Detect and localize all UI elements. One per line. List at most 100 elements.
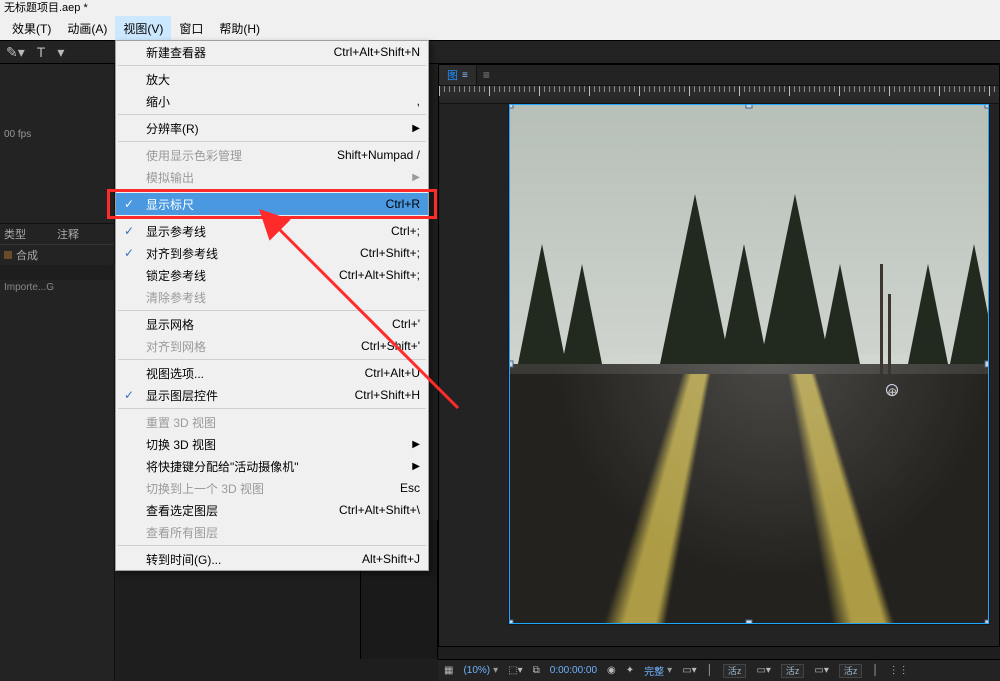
frame-mode-icon[interactable]: ⧉ bbox=[533, 665, 540, 676]
camera1-button[interactable]: 活z bbox=[723, 664, 747, 678]
layer-handle[interactable] bbox=[746, 620, 753, 625]
layer-handle[interactable] bbox=[985, 620, 990, 625]
menu-item-视图(V)[interactable]: 视图(V) bbox=[115, 16, 171, 40]
row-kind: 合成 bbox=[16, 247, 38, 263]
viewport[interactable]: ⊕ bbox=[439, 104, 999, 646]
divider: │ bbox=[707, 665, 713, 676]
menu-item[interactable]: 显示网格Ctrl+' bbox=[116, 313, 428, 335]
tab-label: 图 bbox=[447, 67, 458, 83]
check-icon: ✓ bbox=[124, 197, 134, 211]
menu-item[interactable]: 锁定参考线Ctrl+Alt+Shift+; bbox=[116, 264, 428, 286]
menu-item: 使用显示色彩管理Shift+Numpad / bbox=[116, 144, 428, 166]
menu-item-shortcut: Ctrl+' bbox=[392, 317, 420, 331]
menu-separator bbox=[118, 190, 426, 191]
menu-item-label: 缩小 bbox=[146, 93, 417, 110]
importe-entry[interactable]: Importe...G bbox=[0, 280, 114, 295]
menu-item[interactable]: 缩小, bbox=[116, 90, 428, 112]
check-icon: ✓ bbox=[124, 246, 134, 260]
tool-dropdown-icon[interactable]: ▾ bbox=[57, 44, 64, 61]
menu-item-label: 模拟输出 bbox=[146, 169, 406, 186]
composition-tabbar: 图 ≡ ≡ bbox=[439, 65, 999, 86]
check-icon: ✓ bbox=[124, 224, 134, 238]
menu-item: 切换到上一个 3D 视图Esc bbox=[116, 477, 428, 499]
pen-tool-icon[interactable]: ✎▾ bbox=[6, 44, 25, 61]
menu-item-label: 使用显示色彩管理 bbox=[146, 147, 337, 164]
composition-tab[interactable]: 图 ≡ bbox=[439, 65, 477, 85]
menu-item[interactable]: 分辨率(R)▶ bbox=[116, 117, 428, 139]
title-text: 无标题项目.aep * bbox=[4, 2, 88, 14]
menu-separator bbox=[118, 65, 426, 66]
layer-handle[interactable] bbox=[509, 104, 514, 109]
project-panel-bottom: Importe...G bbox=[0, 280, 115, 681]
menu-item-label: 显示参考线 bbox=[146, 223, 391, 240]
menu-item: 清除参考线 bbox=[116, 286, 428, 308]
quality-dropdown[interactable]: 完整 ▾ bbox=[644, 663, 672, 678]
menu-item: 模拟输出▶ bbox=[116, 166, 428, 188]
menu-item-label: 查看选定图层 bbox=[146, 502, 339, 519]
view-menu-dropdown: 新建查看器Ctrl+Alt+Shift+N 放大缩小, 分辨率(R)▶ 使用显示色彩管… bbox=[115, 40, 429, 571]
menu-item[interactable]: 视图选项...Ctrl+Alt+U bbox=[116, 362, 428, 384]
resolution-icon[interactable]: ⬚▾ bbox=[508, 665, 522, 676]
panel-options-icon[interactable]: ≡ bbox=[483, 68, 490, 82]
grid-icon[interactable]: ▦ bbox=[444, 665, 453, 676]
menu-item[interactable]: ✓对齐到参考线Ctrl+Shift+; bbox=[116, 242, 428, 264]
view-count-icon[interactable]: ▭▾ bbox=[814, 665, 828, 676]
fps-label: 00 fps bbox=[4, 128, 110, 142]
menu-item-窗口[interactable]: 窗口 bbox=[171, 16, 211, 40]
layer-handle[interactable] bbox=[509, 361, 514, 368]
anchor-point-icon[interactable]: ⊕ bbox=[886, 384, 898, 396]
col-note: 注释 bbox=[57, 226, 110, 242]
menu-item-label: 转到时间(G)... bbox=[146, 551, 362, 568]
view-count-icon[interactable]: ▭▾ bbox=[756, 665, 770, 676]
layer-handle[interactable] bbox=[509, 620, 514, 625]
menu-item-label: 对齐到参考线 bbox=[146, 245, 360, 262]
menu-item-shortcut: Ctrl+Alt+Shift+; bbox=[339, 268, 420, 282]
menu-separator bbox=[118, 359, 426, 360]
menu-item-label: 清除参考线 bbox=[146, 289, 420, 306]
menu-item[interactable]: 切换 3D 视图▶ bbox=[116, 433, 428, 455]
menu-item[interactable]: 新建查看器Ctrl+Alt+Shift+N bbox=[116, 41, 428, 63]
row-swatch bbox=[4, 251, 12, 259]
tab-menu-icon[interactable]: ≡ bbox=[462, 70, 468, 81]
zoom-dropdown[interactable]: (10%) ▾ bbox=[463, 665, 498, 676]
menu-item-shortcut: Ctrl+Alt+Shift+\ bbox=[339, 503, 420, 517]
layer-handle[interactable] bbox=[985, 104, 990, 109]
title-bar: 无标题项目.aep * bbox=[0, 0, 1000, 16]
menu-item-效果(T)[interactable]: 效果(T) bbox=[4, 16, 59, 40]
project-list-row[interactable]: 合成 bbox=[0, 245, 114, 265]
menu-separator bbox=[118, 217, 426, 218]
layer-handle[interactable] bbox=[746, 104, 753, 109]
menu-item-shortcut: Ctrl+; bbox=[391, 224, 420, 238]
channels-icon[interactable]: ✦ bbox=[626, 665, 634, 676]
menu-item-动画(A)[interactable]: 动画(A) bbox=[59, 16, 115, 40]
timeline-icon[interactable]: ⋮⋮ bbox=[889, 665, 909, 676]
menu-separator bbox=[118, 141, 426, 142]
menu-separator bbox=[118, 310, 426, 311]
menu-item[interactable]: 转到时间(G)...Alt+Shift+J bbox=[116, 548, 428, 570]
menu-item[interactable]: 放大 bbox=[116, 68, 428, 90]
menu-item-shortcut: Ctrl+Alt+Shift+N bbox=[334, 45, 420, 59]
menu-item[interactable]: ✓ 显示参考线Ctrl+; bbox=[116, 220, 428, 242]
layer-handle[interactable] bbox=[985, 361, 990, 368]
composition-content[interactable]: ⊕ bbox=[509, 104, 989, 624]
menu-item[interactable]: ✓显示标尺Ctrl+R bbox=[116, 193, 428, 215]
menu-item-shortcut: Ctrl+Alt+U bbox=[365, 366, 420, 380]
current-time[interactable]: 0:00:00:00 bbox=[550, 665, 597, 676]
camera2-button[interactable]: 活z bbox=[781, 664, 805, 678]
menu-item-shortcut: Shift+Numpad / bbox=[337, 148, 420, 162]
ruler-horizontal bbox=[439, 86, 999, 104]
menu-item-shortcut: Ctrl+R bbox=[386, 197, 420, 211]
text-tool-icon[interactable]: T bbox=[37, 44, 46, 60]
camera3-button[interactable]: 活z bbox=[839, 664, 863, 678]
menu-item[interactable]: ✓显示图层控件Ctrl+Shift+H bbox=[116, 384, 428, 406]
snapshot-icon[interactable]: ◉ bbox=[607, 665, 616, 676]
menu-item-shortcut: Esc bbox=[400, 481, 420, 495]
menu-item-帮助(H)[interactable]: 帮助(H) bbox=[211, 16, 268, 40]
project-list-header: 类型 注释 bbox=[0, 224, 114, 245]
menu-item: 对齐到网格Ctrl+Shift+' bbox=[116, 335, 428, 357]
composition-status-bar: ▦ (10%) ▾ ⬚▾ ⧉ 0:00:00:00 ◉ ✦ 完整 ▾ ▭▾ │ … bbox=[438, 659, 1000, 681]
menu-item[interactable]: 将快捷键分配给"活动摄像机"▶ bbox=[116, 455, 428, 477]
menu-bar: 效果(T)动画(A)视图(V)窗口帮助(H) bbox=[0, 16, 1000, 40]
view-layout-icon[interactable]: ▭▾ bbox=[682, 665, 696, 676]
menu-item[interactable]: 查看选定图层Ctrl+Alt+Shift+\ bbox=[116, 499, 428, 521]
